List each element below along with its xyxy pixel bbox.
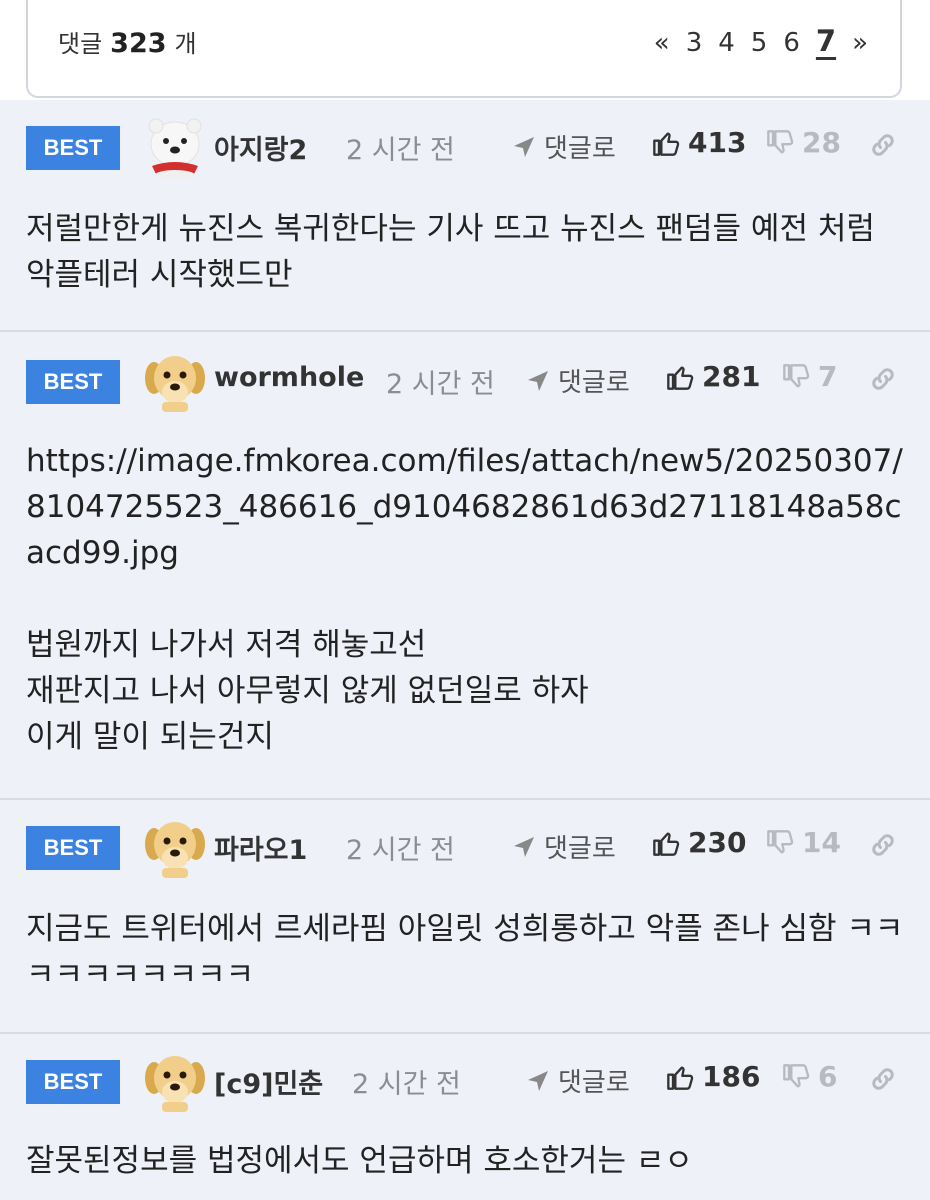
- comment-author[interactable]: wormhole: [214, 362, 364, 393]
- comment-item: BEST wormhole 2 시간 전 댓글로 281 7 https://i…: [0, 332, 930, 800]
- comments-header: 댓글 323 개 « 3 4 5 6 7 »: [0, 0, 930, 100]
- downvote-button[interactable]: 6: [782, 1060, 837, 1093]
- best-badge: BEST: [26, 1060, 120, 1104]
- comment-item: BEST [c9]민춘 2 시간 전 댓글로 186 6 잘못된정보를 법정에서…: [0, 1034, 930, 1200]
- comment-count: 댓글 323 개: [58, 24, 197, 59]
- comment-time: 2 시간 전: [346, 135, 455, 166]
- downvote-count: 14: [802, 826, 841, 859]
- upvote-button[interactable]: 186: [666, 1060, 760, 1093]
- pagination-page[interactable]: 5: [751, 28, 768, 58]
- upvote-count: 413: [688, 126, 747, 159]
- comment-count-value: 323: [110, 28, 167, 59]
- pagination-next[interactable]: »: [852, 28, 868, 58]
- reply-button[interactable]: 댓글로: [526, 1062, 630, 1099]
- reply-label: 댓글로: [558, 1068, 630, 1098]
- comment-text: 저럴만한게 뉴진스 복귀한다는 기사 뜨고 뉴진스 팬덤들 예전 처럼 악플테러…: [26, 211, 885, 293]
- comment-count-label: 댓글: [58, 30, 103, 58]
- reply-arrow-icon: [528, 370, 548, 391]
- comment-count-unit: 개: [174, 30, 197, 58]
- pagination: « 3 4 5 6 7 »: [654, 24, 868, 58]
- downvote-count: 7: [818, 360, 838, 393]
- comment-text: https://image.fmkorea.com/files/attach/n…: [26, 443, 903, 755]
- permalink-icon[interactable]: [868, 130, 898, 164]
- comment-author[interactable]: 파라오1: [214, 828, 307, 867]
- pagination-page[interactable]: 4: [718, 28, 735, 58]
- reply-arrow-icon: [528, 1070, 548, 1091]
- pagination-page[interactable]: 6: [783, 28, 800, 58]
- upvote-count: 186: [702, 1060, 761, 1093]
- comment-item: BEST 아지랑2 2 시간 전 댓글로 413 28 저럴만한게 뉴진스 복귀…: [0, 100, 930, 332]
- puppy-avatar[interactable]: [142, 1048, 208, 1114]
- thumbs-down-icon: [783, 363, 810, 387]
- permalink-icon[interactable]: [868, 364, 898, 398]
- reply-arrow-icon: [514, 136, 534, 157]
- downvote-button[interactable]: 14: [766, 826, 841, 859]
- upvote-count: 281: [702, 360, 761, 393]
- comment-author[interactable]: 아지랑2: [214, 128, 307, 167]
- reply-label: 댓글로: [544, 834, 616, 864]
- comment-meta: BEST [c9]민춘 2 시간 전 댓글로 186 6: [26, 1056, 906, 1112]
- downvote-button[interactable]: 28: [766, 126, 841, 159]
- comment-time: 2 시간 전: [386, 369, 495, 400]
- reply-label: 댓글로: [558, 368, 630, 398]
- comment-time: 2 시간 전: [352, 1069, 461, 1100]
- pagination-current-page[interactable]: 7: [816, 24, 836, 58]
- thumbs-down-icon: [783, 1063, 810, 1087]
- thumbs-up-icon: [653, 832, 680, 856]
- reply-button[interactable]: 댓글로: [512, 128, 616, 165]
- thumbs-down-icon: [767, 829, 794, 853]
- downvote-count: 6: [818, 1060, 838, 1093]
- thumbs-up-icon: [667, 1066, 694, 1090]
- permalink-icon[interactable]: [868, 1064, 898, 1098]
- comment-text: 지금도 트위터에서 르세라핌 아일릿 성희롱하고 악플 존나 심함 ㅋㅋㅋㅋㅋㅋ…: [26, 911, 904, 993]
- upvote-button[interactable]: 413: [652, 126, 746, 159]
- reply-label: 댓글로: [544, 134, 616, 164]
- comment-text: 잘못된정보를 법정에서도 언급하며 호소한거는 ㄹㅇ: [26, 1143, 693, 1179]
- downvote-count: 28: [802, 126, 841, 159]
- puppy-avatar[interactable]: [142, 814, 208, 880]
- thumbs-up-icon: [653, 132, 680, 156]
- comment-author[interactable]: [c9]민춘: [214, 1062, 323, 1101]
- reply-arrow-icon: [514, 836, 534, 857]
- pagination-page[interactable]: 3: [686, 28, 703, 58]
- best-badge: BEST: [26, 826, 120, 870]
- comment-item: BEST 파라오1 2 시간 전 댓글로 230 14 지금도 트위터에서 르세…: [0, 800, 930, 1034]
- permalink-icon[interactable]: [868, 830, 898, 864]
- puppy-avatar[interactable]: [142, 348, 208, 414]
- reply-button[interactable]: 댓글로: [526, 362, 630, 399]
- thumbs-up-icon: [667, 366, 694, 390]
- upvote-button[interactable]: 230: [652, 826, 746, 859]
- best-badge: BEST: [26, 360, 120, 404]
- best-badge: BEST: [26, 126, 120, 170]
- upvote-count: 230: [688, 826, 747, 859]
- pagination-prev[interactable]: «: [654, 28, 670, 58]
- comments-header-box: 댓글 323 개 « 3 4 5 6 7 »: [26, 0, 902, 98]
- thumbs-down-icon: [767, 129, 794, 153]
- comment-meta: BEST 아지랑2 2 시간 전 댓글로 413 28: [26, 118, 906, 180]
- downvote-button[interactable]: 7: [782, 360, 837, 393]
- reply-button[interactable]: 댓글로: [512, 828, 616, 865]
- comment-meta: BEST wormhole 2 시간 전 댓글로 281 7: [26, 356, 906, 412]
- polar-bear-avatar[interactable]: [142, 114, 208, 180]
- comment-time: 2 시간 전: [346, 835, 455, 866]
- comment-meta: BEST 파라오1 2 시간 전 댓글로 230 14: [26, 822, 906, 878]
- upvote-button[interactable]: 281: [666, 360, 760, 393]
